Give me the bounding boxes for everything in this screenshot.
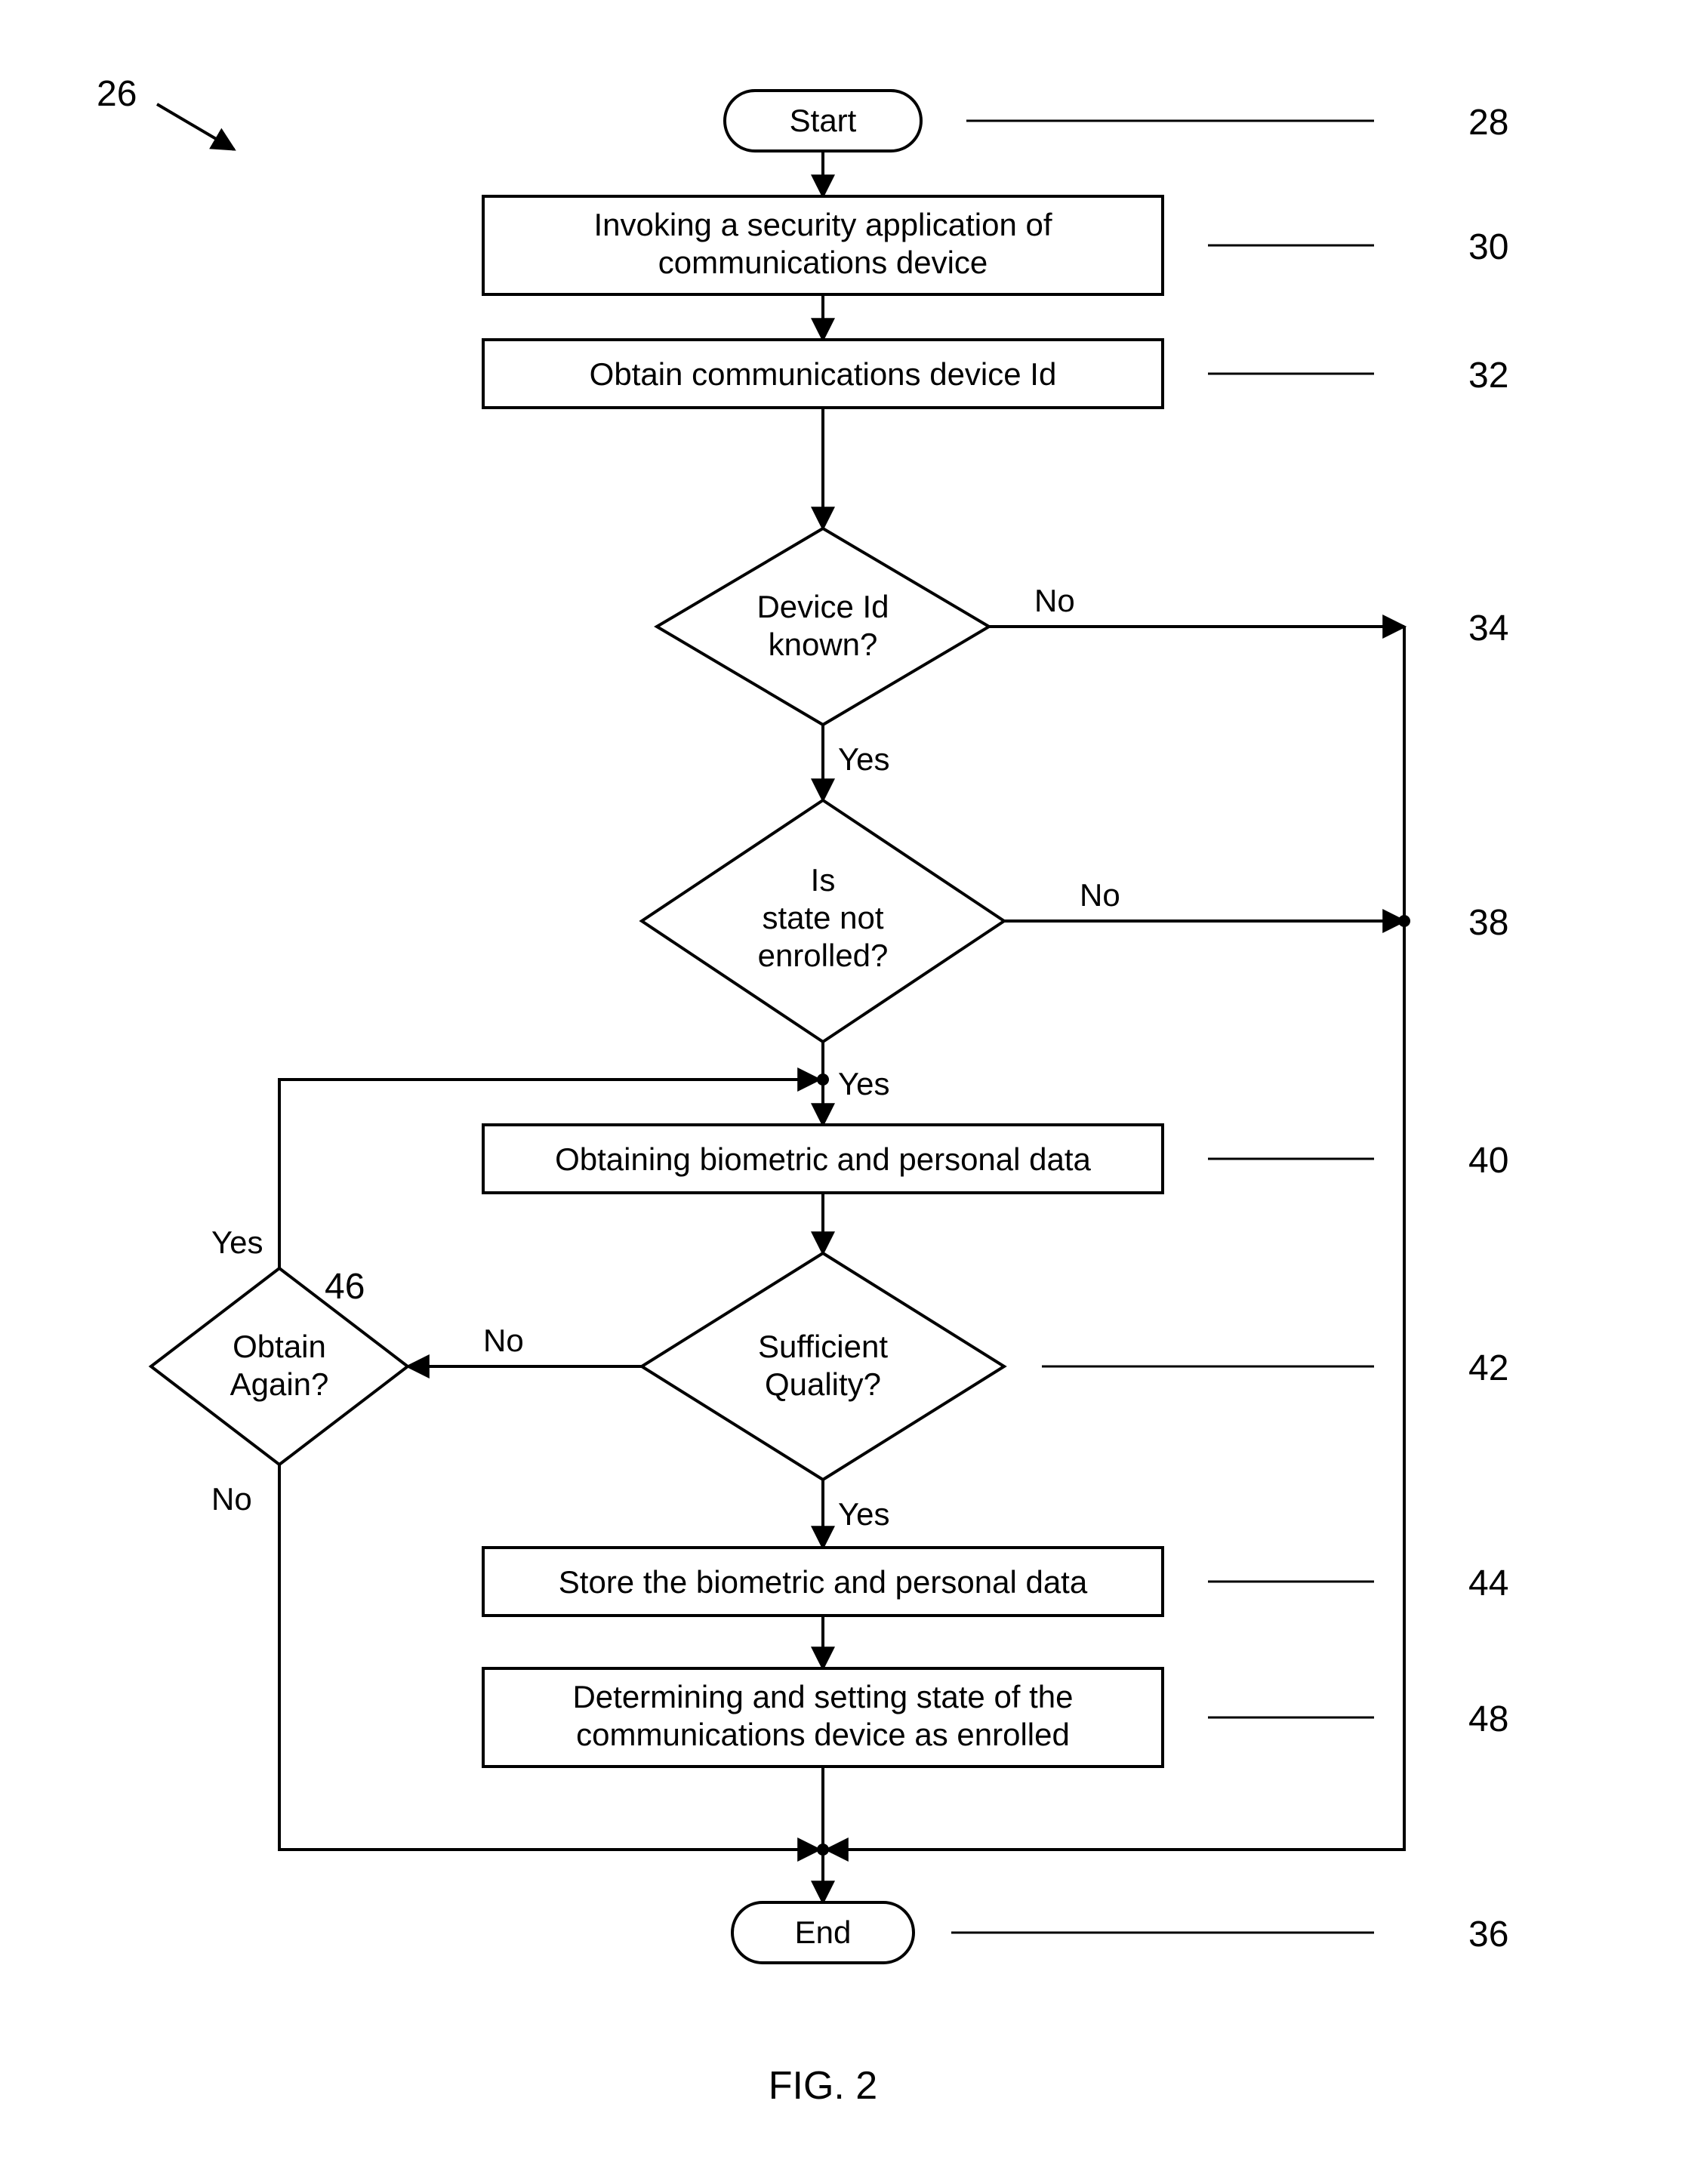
obtain-bio-label: Obtaining biometric and personal data [555,1141,1091,1177]
ref-28: 28 [1468,103,1508,143]
again-l1: Obtain [233,1329,326,1364]
end-label: End [795,1914,852,1950]
quality-yes-label: Yes [838,1496,890,1532]
state-no-label: No [1080,877,1120,913]
quality-l2: Quality? [765,1366,881,1402]
again-l2: Again? [230,1366,329,1402]
ref-44: 44 [1468,1563,1508,1603]
store-label: Store the biometric and personal data [559,1564,1088,1600]
loop-junction-dot [817,1074,829,1086]
ref-32: 32 [1468,356,1508,396]
determine-l2: communications device as enrolled [576,1717,1070,1752]
quality-no-label: No [483,1323,524,1358]
ref-48: 48 [1468,1699,1508,1739]
arrow-again-no [279,1465,819,1850]
figure-number-arrow-icon [157,104,234,149]
ref-34: 34 [1468,608,1508,648]
figure-number-top-left: 26 [97,74,137,114]
invoke-line2: communications device [658,245,988,280]
state-l3: enrolled? [758,938,889,973]
ref-38: 38 [1468,903,1508,943]
deviceid-yes-label: Yes [838,741,890,777]
quality-l1: Sufficient [758,1329,888,1364]
ref-46: 46 [325,1267,365,1307]
deviceid-no-label: No [1034,583,1075,618]
state-l1: Is [811,862,836,898]
invoke-line1: Invoking a security application of [593,207,1052,242]
ref-30: 30 [1468,227,1508,267]
again-no-label: No [211,1481,252,1517]
ref-40: 40 [1468,1141,1508,1181]
right-bus-line [827,627,1404,1850]
determine-l1: Determining and setting state of the [572,1679,1073,1714]
obtain-id-label: Obtain communications device Id [590,356,1057,392]
ref-42: 42 [1468,1348,1508,1388]
device-id-l1: Device Id [756,589,889,624]
device-id-l2: known? [769,627,878,662]
figure-caption: FIG. 2 [769,2064,877,2108]
ref-36: 36 [1468,1914,1508,1955]
state-l2: state not [762,900,883,935]
again-yes-label: Yes [211,1224,263,1260]
state-yes-label: Yes [838,1066,890,1101]
start-label: Start [790,103,857,138]
